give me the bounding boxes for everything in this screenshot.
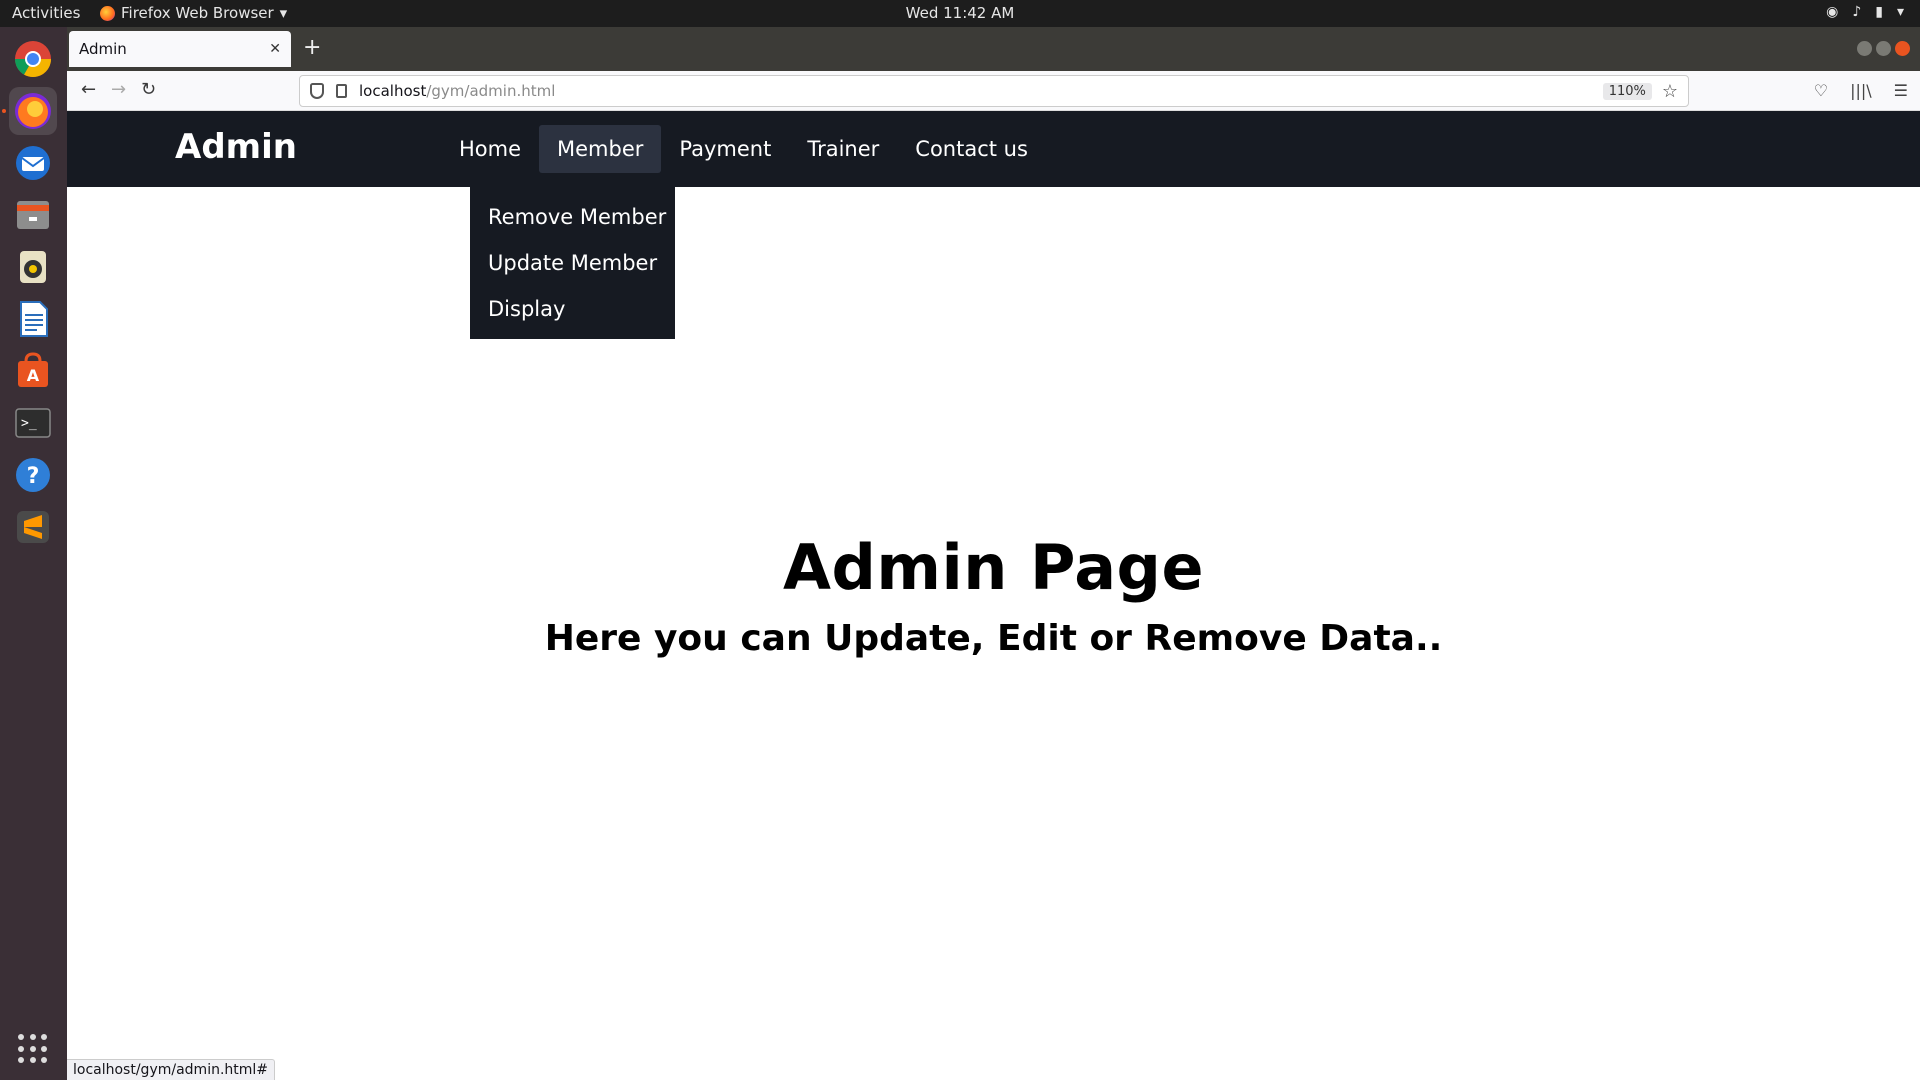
hamburger-menu-icon[interactable]: ☰ bbox=[1894, 81, 1908, 100]
library-icon[interactable]: |||\ bbox=[1850, 81, 1872, 100]
rhythmbox-icon[interactable] bbox=[9, 243, 57, 291]
dropdown-update-member[interactable]: Update Member bbox=[470, 241, 675, 287]
page-title: Admin Page bbox=[783, 531, 1204, 604]
close-window-button[interactable] bbox=[1895, 41, 1910, 56]
dock: A >_ ? bbox=[0, 27, 67, 1080]
bookmark-star-icon[interactable]: ☆ bbox=[1662, 81, 1678, 102]
forward-arrow-icon[interactable]: → bbox=[111, 79, 126, 100]
minimize-button[interactable] bbox=[1857, 41, 1872, 56]
address-bar[interactable]: localhost/gym/admin.html 110% ☆ bbox=[299, 75, 1689, 107]
menu-item-contact[interactable]: Contact us bbox=[897, 125, 1046, 173]
dropdown-display[interactable]: Display bbox=[470, 287, 675, 333]
show-applications-icon[interactable] bbox=[18, 1034, 48, 1064]
zoom-level[interactable]: 110% bbox=[1602, 82, 1652, 100]
url-text[interactable]: localhost/gym/admin.html bbox=[359, 82, 1603, 100]
help-icon[interactable]: ? bbox=[9, 451, 57, 499]
chevron-down-icon: ▾ bbox=[1896, 4, 1904, 20]
wifi-icon: ◉ bbox=[1826, 4, 1839, 20]
hero-section: Admin Page Here you can Update, Edit or … bbox=[67, 531, 1920, 659]
dropdown-remove-member[interactable]: Remove Member bbox=[470, 195, 675, 241]
system-clock[interactable]: Wed 11:42 AM bbox=[0, 4, 1920, 22]
site-menu: Home Member Payment Trainer Contact us bbox=[441, 125, 1046, 173]
svg-text:A: A bbox=[27, 366, 40, 385]
files-icon[interactable] bbox=[9, 191, 57, 239]
maximize-button[interactable] bbox=[1876, 41, 1891, 56]
thunderbird-icon[interactable] bbox=[9, 139, 57, 187]
tab-admin[interactable]: Admin ✕ bbox=[69, 31, 291, 67]
running-indicator bbox=[2, 109, 6, 113]
tab-strip: Admin ✕ + bbox=[67, 27, 1920, 71]
page-icon bbox=[336, 84, 347, 98]
battery-icon: ▮ bbox=[1875, 4, 1883, 20]
shield-icon[interactable] bbox=[310, 83, 324, 99]
volume-icon: ♪ bbox=[1852, 4, 1862, 20]
member-dropdown: Remove Member Update Member Display bbox=[470, 187, 675, 339]
web-page: Admin Home Member Payment Trainer Contac… bbox=[67, 111, 1920, 1080]
close-tab-icon[interactable]: ✕ bbox=[269, 41, 281, 57]
menu-item-trainer[interactable]: Trainer bbox=[789, 125, 897, 173]
menu-item-member[interactable]: Member bbox=[539, 125, 662, 173]
tab-title: Admin bbox=[79, 40, 127, 58]
software-center-icon[interactable]: A bbox=[9, 347, 57, 395]
writer-icon[interactable] bbox=[9, 295, 57, 343]
terminal-icon[interactable]: >_ bbox=[9, 399, 57, 447]
reload-icon[interactable]: ↻ bbox=[141, 79, 156, 100]
browser-window: Admin ✕ + ← → ↻ localhost/gym/admin.html… bbox=[67, 27, 1920, 1080]
menu-item-payment[interactable]: Payment bbox=[661, 125, 789, 173]
new-tab-button[interactable]: + bbox=[303, 37, 321, 59]
browser-toolbar: ← → ↻ localhost/gym/admin.html 110% ☆ ♡ … bbox=[67, 71, 1920, 111]
window-controls bbox=[1857, 41, 1910, 56]
pocket-icon[interactable]: ♡ bbox=[1814, 81, 1828, 100]
toolbar-right: ♡ |||\ ☰ bbox=[1814, 81, 1908, 100]
firefox-icon[interactable] bbox=[9, 87, 57, 135]
svg-text:?: ? bbox=[27, 464, 40, 489]
back-arrow-icon[interactable]: ← bbox=[81, 79, 96, 100]
page-subtitle: Here you can Update, Edit or Remove Data… bbox=[544, 618, 1443, 659]
site-brand[interactable]: Admin bbox=[175, 127, 297, 167]
link-status-bar: localhost/gym/admin.html# bbox=[67, 1059, 276, 1080]
svg-text:>_: >_ bbox=[21, 416, 37, 431]
system-top-bar: Activities Firefox Web Browser ▾ Wed 11:… bbox=[0, 0, 1920, 27]
site-navbar: Admin Home Member Payment Trainer Contac… bbox=[67, 111, 1920, 187]
system-tray[interactable]: ◉ ♪ ▮ ▾ bbox=[1826, 4, 1904, 20]
menu-item-home[interactable]: Home bbox=[441, 125, 539, 173]
sublime-icon[interactable] bbox=[9, 503, 57, 551]
chrome-icon[interactable] bbox=[9, 35, 57, 83]
